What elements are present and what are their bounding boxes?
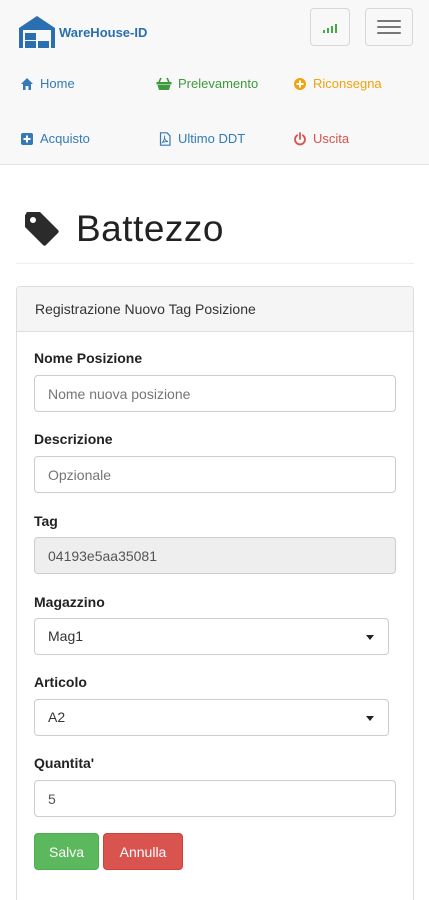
nav-prelevamento[interactable]: Prelevamento	[156, 76, 258, 91]
signal-bar	[323, 30, 325, 33]
nav-acquisto[interactable]: Acquisto	[20, 131, 90, 146]
header-divider	[16, 263, 414, 264]
hamburger-line	[377, 20, 401, 22]
magazzino-label: Magazzino	[34, 594, 105, 610]
cancel-button[interactable]: Annulla	[103, 833, 183, 870]
nav-uscita-label: Uscita	[313, 131, 350, 146]
basket-icon	[156, 77, 172, 90]
pdf-file-icon	[159, 131, 171, 146]
nav-home-label: Home	[40, 76, 75, 91]
brand[interactable]: WareHouse-ID	[18, 14, 147, 50]
plus-circle-icon	[294, 77, 306, 90]
signal-bar	[331, 26, 333, 33]
caret-down-icon	[366, 716, 374, 721]
quantita-input[interactable]	[34, 780, 396, 817]
tag-label: Tag	[34, 513, 58, 529]
articolo-select[interactable]: A2	[34, 699, 389, 736]
tag-icon	[25, 212, 59, 246]
plus-square-icon	[21, 132, 33, 145]
nav-prelevamento-label: Prelevamento	[178, 76, 259, 91]
nav-riconsegna-label: Riconsegna	[313, 76, 382, 91]
panel-heading: Registrazione Nuovo Tag Posizione	[17, 287, 413, 332]
nav-uscita[interactable]: Uscita	[293, 131, 349, 146]
save-button[interactable]: Salva	[34, 833, 99, 870]
articolo-selected-value: A2	[48, 709, 66, 725]
tag-input[interactable]	[34, 537, 396, 574]
magazzino-selected-value: Mag1	[48, 628, 84, 644]
quantita-label: Quantita'	[34, 755, 95, 771]
nav-home[interactable]: Home	[20, 76, 75, 91]
menu-toggle-button[interactable]	[365, 8, 413, 46]
caret-down-icon	[366, 635, 374, 640]
power-icon	[294, 131, 306, 145]
articolo-label: Articolo	[34, 674, 87, 690]
nav-acquisto-label: Acquisto	[40, 131, 90, 146]
signal-bar	[335, 24, 337, 33]
signal-button[interactable]	[310, 8, 350, 46]
hamburger-line	[377, 32, 401, 34]
nav-ultimo-ddt-label: Ultimo DDT	[178, 131, 246, 146]
nav-riconsegna[interactable]: Riconsegna	[293, 76, 382, 91]
nome-posizione-input[interactable]	[34, 375, 396, 412]
navbar: WareHouse-ID Home Prelevamento Riconsegn…	[0, 0, 429, 165]
page-title: Battezzo	[76, 208, 224, 249]
signal-bar	[327, 28, 329, 33]
page-header: Battezzo	[24, 208, 224, 250]
descrizione-label: Descrizione	[34, 431, 113, 447]
magazzino-select[interactable]: Mag1	[34, 618, 389, 655]
home-icon	[21, 77, 33, 90]
brand-name: WareHouse-ID	[59, 24, 148, 40]
descrizione-input[interactable]	[34, 456, 396, 493]
hamburger-line	[377, 26, 401, 28]
nome-posizione-label: Nome Posizione	[34, 350, 143, 366]
warehouse-logo-icon	[19, 16, 55, 48]
nav-ultimo-ddt[interactable]: Ultimo DDT	[158, 131, 245, 146]
